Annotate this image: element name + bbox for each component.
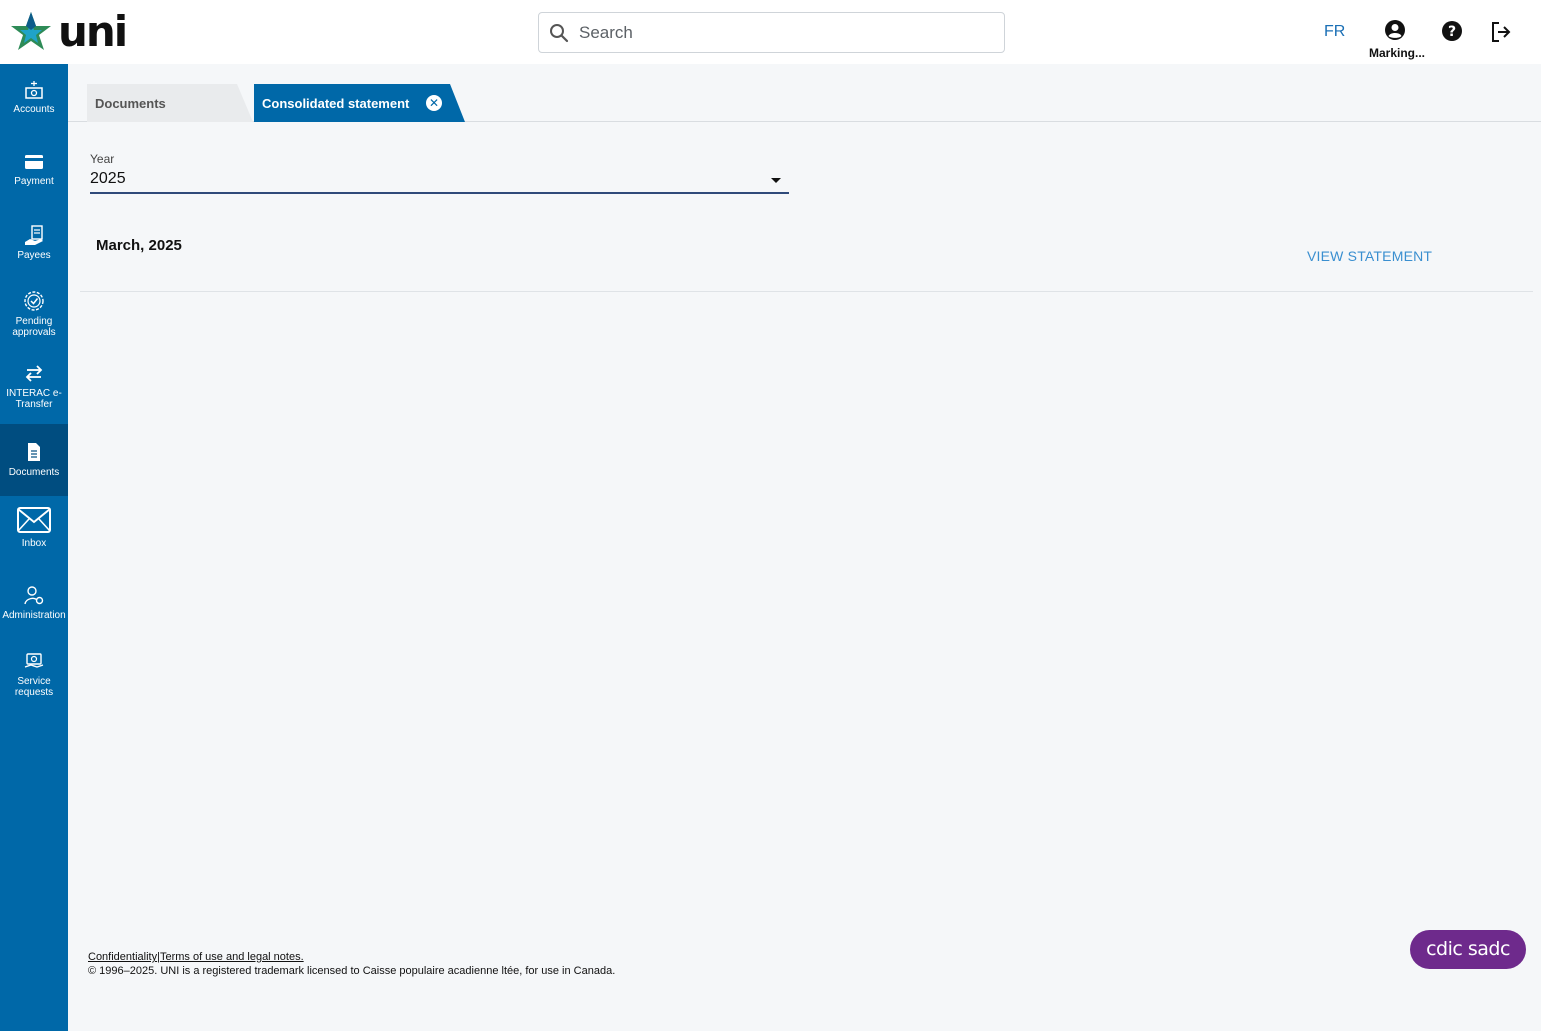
sidebar-item-payees[interactable]: Payees	[0, 224, 68, 261]
uni-logo[interactable]: uni	[8, 7, 128, 56]
logout-button[interactable]	[1489, 20, 1513, 49]
sidebar-item-label: Payees	[17, 250, 51, 261]
payees-icon	[25, 225, 43, 245]
close-tab-icon[interactable]: ✕	[426, 95, 442, 111]
chevron-down-icon	[771, 178, 781, 183]
confidentiality-link[interactable]: Confidentiality	[88, 951, 157, 963]
top-header: uni Search FR Marking... ?	[0, 0, 1541, 64]
footer: Confidentiality|Terms of use and legal n…	[88, 950, 615, 978]
language-toggle[interactable]: FR	[1324, 23, 1345, 41]
tab-consolidated-statement[interactable]: Consolidated statement ✕	[254, 84, 465, 122]
sidebar-item-interac[interactable]: INTERAC e-Transfer	[0, 362, 68, 410]
year-label: Year	[90, 152, 115, 166]
terms-link[interactable]: Terms of use and legal notes.	[160, 951, 304, 963]
sidebar-item-administration[interactable]: Administration	[0, 584, 68, 621]
account-circle-icon	[1385, 20, 1405, 40]
approval-icon	[24, 291, 44, 311]
card-icon	[25, 155, 43, 169]
tab-label: Documents	[95, 96, 166, 111]
service-icon	[24, 653, 44, 668]
view-statement-link[interactable]: VIEW STATEMENT	[1307, 248, 1432, 264]
sidebar-item-inbox[interactable]: Inbox	[0, 506, 68, 549]
statement-period: March, 2025	[96, 237, 182, 254]
sidebar-item-label: Payment	[14, 176, 54, 187]
row-divider	[80, 291, 1533, 292]
tab-documents[interactable]: Documents	[87, 84, 253, 122]
user-menu[interactable]: Marking...	[1369, 19, 1426, 60]
sidebar-item-accounts[interactable]: Accounts	[0, 80, 68, 115]
help-icon: ?	[1442, 21, 1462, 41]
logo-text: uni	[58, 7, 128, 56]
transfer-icon	[25, 365, 43, 382]
help-button[interactable]: ?	[1441, 20, 1463, 47]
sidebar-item-label: Administration	[2, 610, 66, 621]
search-placeholder: Search	[579, 22, 633, 42]
logout-icon	[1492, 22, 1511, 42]
sidebar-item-label: Inbox	[21, 538, 47, 549]
sidebar-item-label: Service requests	[14, 676, 54, 698]
sidebar-item-label: INTERAC e-Transfer	[6, 388, 62, 410]
sidebar-item-label: Documents	[8, 467, 60, 478]
cdic-badge[interactable]: cdic sadc	[1410, 930, 1526, 969]
uni-star-icon	[11, 12, 51, 50]
copyright-text: © 1996–2025. UNI is a registered tradema…	[88, 965, 616, 977]
accounts-icon	[25, 81, 43, 99]
sidebar-item-documents[interactable]: Documents	[0, 424, 68, 496]
sidebar-item-label: Accounts	[13, 104, 55, 115]
year-select[interactable]: 2025	[90, 168, 789, 194]
search-icon	[550, 23, 569, 42]
sidebar-item-payment[interactable]: Payment	[0, 152, 68, 187]
document-icon	[28, 443, 40, 461]
admin-icon	[24, 586, 44, 605]
mail-icon	[17, 507, 51, 533]
tab-bar: Documents Consolidated statement ✕	[68, 64, 1541, 122]
year-value: 2025	[90, 170, 126, 187]
tab-label: Consolidated statement	[262, 96, 410, 111]
user-name: Marking...	[1369, 46, 1426, 60]
sidebar-item-label: Pending approvals	[12, 316, 56, 338]
search-input[interactable]: Search	[538, 12, 1005, 53]
sidebar: Accounts Payment Payees Pending approval…	[0, 64, 68, 1031]
svg-text:?: ?	[1448, 24, 1456, 40]
sidebar-item-service-requests[interactable]: Service requests	[0, 650, 68, 698]
sidebar-item-pending-approvals[interactable]: Pending approvals	[0, 290, 68, 338]
